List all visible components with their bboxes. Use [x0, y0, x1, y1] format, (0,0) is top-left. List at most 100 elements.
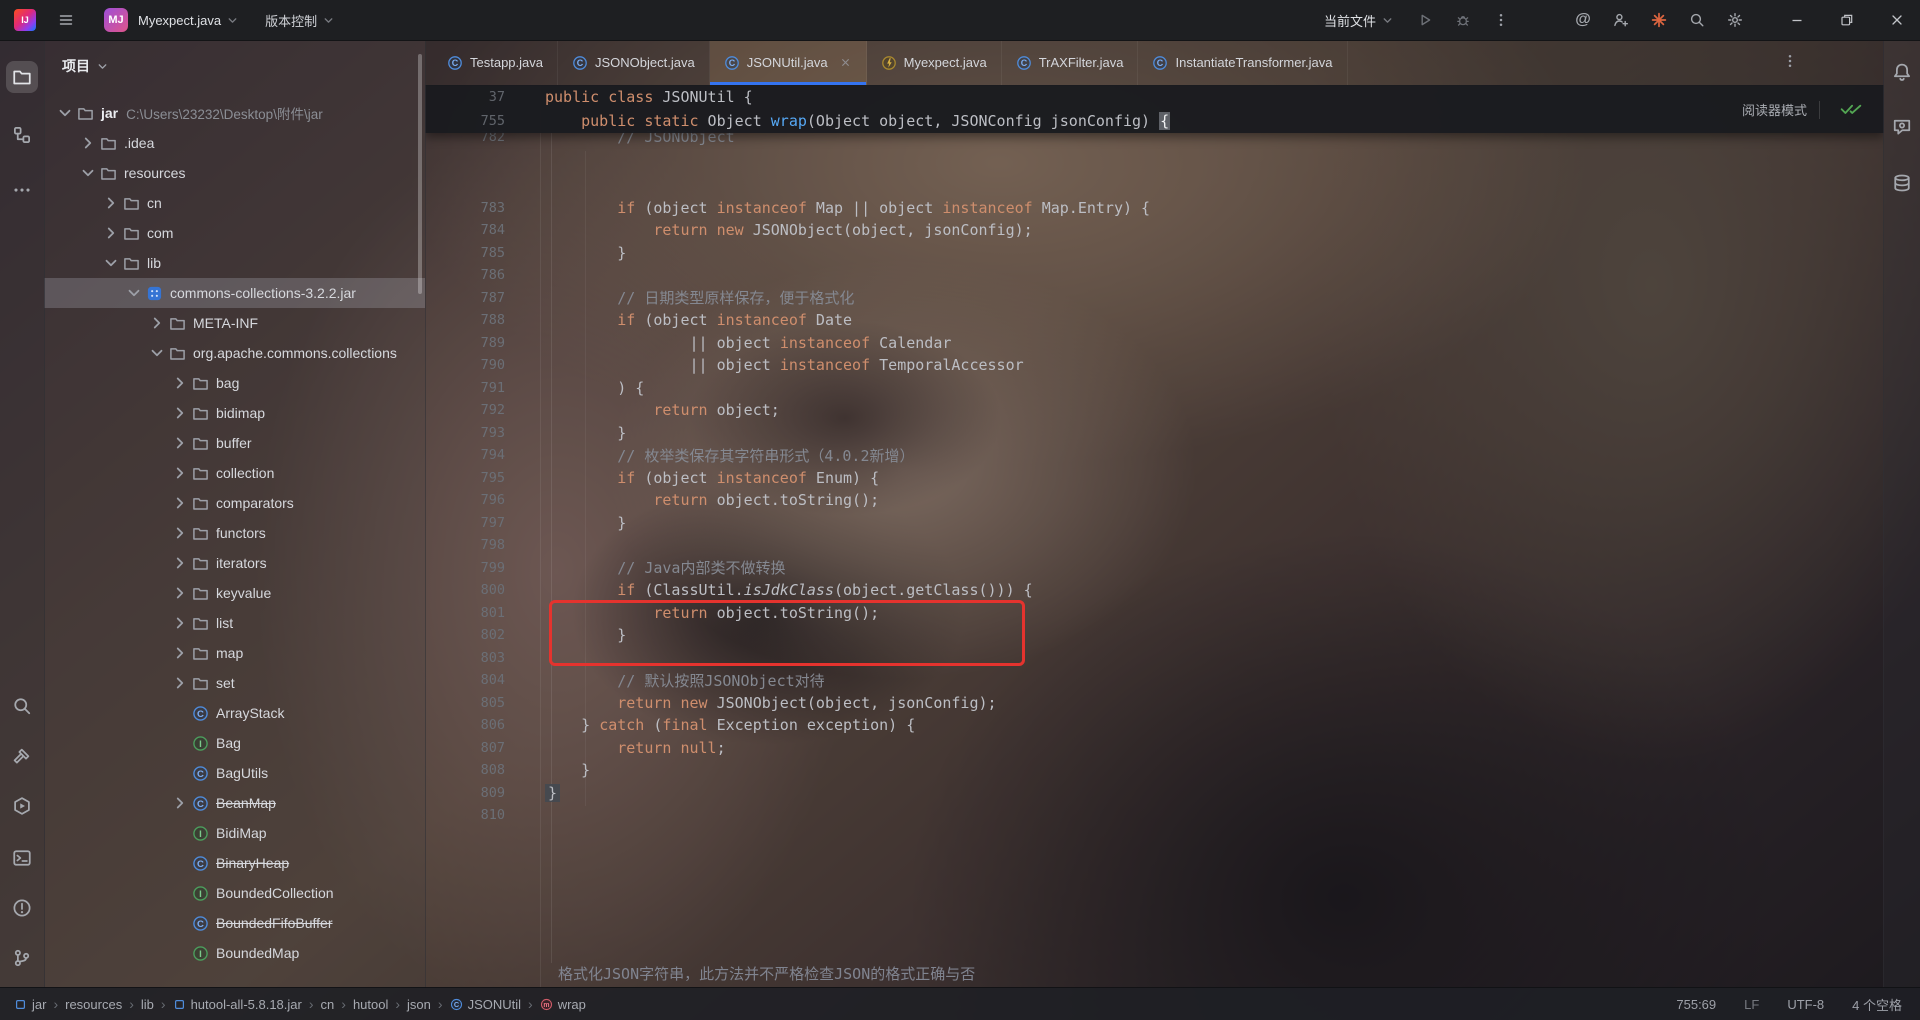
tree-item-bag[interactable]: bag: [44, 368, 425, 398]
chevron-down-icon[interactable]: [125, 284, 143, 302]
chevron-right-icon[interactable]: [171, 584, 189, 602]
line-number[interactable]: 790: [425, 357, 505, 373]
tree-item-lib[interactable]: lib: [44, 248, 425, 278]
breadcrumb-cn[interactable]: cn: [321, 997, 335, 1012]
tree-item-.idea[interactable]: .idea: [44, 128, 425, 158]
chevron-right-icon[interactable]: [171, 794, 189, 812]
tree-item-BinaryHeap[interactable]: CBinaryHeap: [44, 848, 425, 878]
line-number[interactable]: 792: [425, 402, 505, 418]
chevron-right-icon[interactable]: [171, 644, 189, 662]
tab-InstantiateTransformer.java[interactable]: CInstantiateTransformer.java: [1138, 40, 1347, 85]
line-number[interactable]: 784: [425, 222, 505, 238]
breadcrumb-JSONUtil[interactable]: CJSONUtil: [450, 997, 521, 1012]
line-number[interactable]: 798: [425, 537, 505, 553]
line-number[interactable]: 808: [425, 762, 505, 778]
project-scrollbar[interactable]: [418, 54, 422, 294]
chevron-down-icon[interactable]: [148, 344, 166, 362]
tree-item-map[interactable]: map: [44, 638, 425, 668]
tree-item-BoundedCollection[interactable]: IBoundedCollection: [44, 878, 425, 908]
tree-item-BidiMap[interactable]: IBidiMap: [44, 818, 425, 848]
tree-item-functors[interactable]: functors: [44, 518, 425, 548]
line-number[interactable]: 797: [425, 515, 505, 531]
tree-item-commons-collections-3.2.2.jar[interactable]: commons-collections-3.2.2.jar: [44, 278, 425, 308]
ai-sparkle-button[interactable]: [1642, 5, 1676, 35]
tab-list-more-icon[interactable]: [1782, 53, 1798, 69]
tab-TrAXFilter.java[interactable]: CTrAXFilter.java: [1002, 40, 1139, 85]
tool-window-button-version-control[interactable]: [6, 942, 38, 974]
tool-window-button-problems[interactable]: [6, 892, 38, 924]
code-editor-surface[interactable]: 782 // JSONObject 783 if (object instanc…: [425, 85, 1884, 988]
chevron-right-icon[interactable]: [171, 374, 189, 392]
line-number[interactable]: 785: [425, 245, 505, 261]
ai-assistant-button[interactable]: @: [1566, 5, 1600, 35]
tree-item-bidimap[interactable]: bidimap: [44, 398, 425, 428]
window-minimize-button[interactable]: [1774, 0, 1820, 40]
chevron-right-icon[interactable]: [171, 494, 189, 512]
project-badge[interactable]: MJ: [104, 8, 128, 32]
reader-mode-widget[interactable]: 阅读器模式: [1742, 100, 1820, 119]
code-with-me-button[interactable]: [1604, 5, 1638, 35]
line-number[interactable]: 802: [425, 627, 505, 643]
tree-item-iterators[interactable]: iterators: [44, 548, 425, 578]
chevron-down-icon[interactable]: [56, 104, 74, 122]
chevron-right-icon[interactable]: [171, 524, 189, 542]
indent-style[interactable]: 4 个空格: [1852, 995, 1902, 1014]
search-everywhere-button[interactable]: [1680, 5, 1714, 35]
line-number[interactable]: 793: [425, 425, 505, 441]
project-widget[interactable]: Myexpect.java: [138, 13, 239, 28]
tree-item-com[interactable]: com: [44, 218, 425, 248]
more-actions-button[interactable]: [1484, 5, 1518, 35]
chevron-down-icon[interactable]: [102, 254, 120, 272]
tree-item-META-INF[interactable]: META-INF: [44, 308, 425, 338]
tool-window-button-notifications[interactable]: [1886, 56, 1918, 88]
tab-Myexpect.java[interactable]: Myexpect.java: [867, 40, 1002, 85]
tree-item-cn[interactable]: cn: [44, 188, 425, 218]
breadcrumb-jar[interactable]: jar: [14, 997, 46, 1012]
breadcrumb-lib[interactable]: lib: [141, 997, 154, 1012]
tree-item-Bag[interactable]: IBag: [44, 728, 425, 758]
run-configuration-widget[interactable]: 当前文件: [1324, 11, 1394, 30]
chevron-down-icon[interactable]: [79, 164, 97, 182]
main-menu-button[interactable]: [52, 5, 80, 35]
tree-item-keyvalue[interactable]: keyvalue: [44, 578, 425, 608]
line-number[interactable]: 787: [425, 290, 505, 306]
chevron-right-icon[interactable]: [171, 614, 189, 632]
breadcrumb-json[interactable]: json: [407, 997, 431, 1012]
tree-item-BoundedFifoBuffer[interactable]: CBoundedFifoBuffer: [44, 908, 425, 938]
chevron-right-icon[interactable]: [79, 134, 97, 152]
line-number[interactable]: 795: [425, 470, 505, 486]
tab-Testapp.java[interactable]: CTestapp.java: [433, 40, 558, 85]
chevron-right-icon[interactable]: [171, 434, 189, 452]
line-number[interactable]: 806: [425, 717, 505, 733]
line-number[interactable]: 803: [425, 650, 505, 666]
chevron-right-icon[interactable]: [171, 674, 189, 692]
tree-item-set[interactable]: set: [44, 668, 425, 698]
line-number[interactable]: 801: [425, 605, 505, 621]
tool-window-button-structure[interactable]: [6, 119, 38, 151]
tool-window-button-services[interactable]: [6, 790, 38, 822]
line-number[interactable]: 788: [425, 312, 505, 328]
line-number[interactable]: 810: [425, 807, 505, 823]
tree-item-resources[interactable]: resources: [44, 158, 425, 188]
chevron-right-icon[interactable]: [102, 194, 120, 212]
caret-position[interactable]: 755:69: [1676, 997, 1716, 1012]
tab-JSONObject.java[interactable]: CJSONObject.java: [558, 40, 710, 85]
project-panel-header[interactable]: 项目: [44, 40, 425, 86]
file-encoding[interactable]: UTF-8: [1787, 997, 1824, 1012]
line-number[interactable]: 807: [425, 740, 505, 756]
tool-window-button-project[interactable]: [6, 61, 38, 93]
tool-window-button-build[interactable]: [6, 740, 38, 772]
chevron-right-icon[interactable]: [171, 464, 189, 482]
tree-item-BeanMap[interactable]: CBeanMap: [44, 788, 425, 818]
breadcrumb-wrap[interactable]: mwrap: [540, 997, 586, 1012]
line-number[interactable]: 809: [425, 785, 505, 801]
inspections-ok-icon[interactable]: [1840, 101, 1862, 116]
breadcrumb-hutool-all-5.8.18.jar[interactable]: hutool-all-5.8.18.jar: [173, 997, 302, 1012]
tree-item-ArrayStack[interactable]: CArrayStack: [44, 698, 425, 728]
tab-close-icon[interactable]: [839, 56, 852, 69]
line-number[interactable]: 804: [425, 672, 505, 688]
tool-window-button-ai-assistant[interactable]: [1886, 111, 1918, 143]
vcs-widget[interactable]: 版本控制: [265, 11, 335, 30]
line-number[interactable]: 800: [425, 582, 505, 598]
tree-item-jar[interactable]: jarC:\Users\23232\Desktop\附件\jar: [44, 98, 425, 128]
